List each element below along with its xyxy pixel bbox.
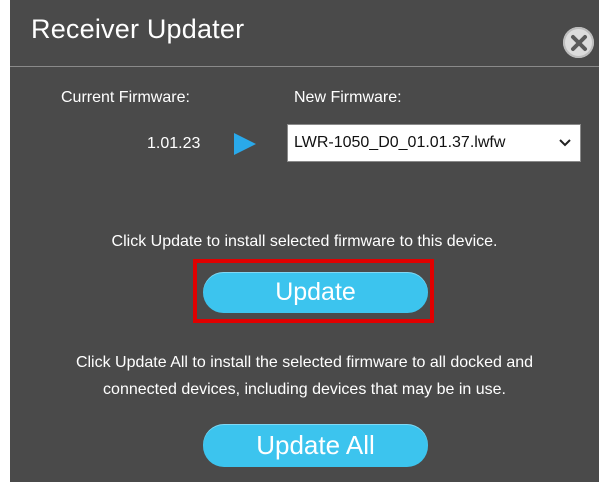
update-button[interactable]: Update (203, 272, 428, 313)
firmware-select-value: LWR-1050_D0_01.01.37.lwfw (294, 134, 506, 151)
update-instruction: Click Update to install selected firmwar… (111, 233, 498, 250)
new-firmware-label: New Firmware: (294, 89, 402, 106)
dialog-title: Receiver Updater (31, 14, 245, 44)
current-firmware-version: 1.01.23 (147, 135, 201, 152)
update-all-instruction-line-1: Click Update All to install the selected… (75, 354, 534, 371)
close-icon (570, 34, 587, 51)
title-divider (10, 66, 599, 67)
firmware-select[interactable]: LWR-1050_D0_01.01.37.lwfw (287, 124, 581, 162)
update-all-instruction: Click Update All to install the selected… (10, 349, 599, 403)
update-all-instruction-line-2: connected devices, including devices tha… (103, 381, 506, 398)
current-firmware-label: Current Firmware: (61, 89, 190, 106)
receiver-updater-dialog: Receiver Updater Current Firmware: New F… (10, 0, 599, 482)
update-all-button[interactable]: Update All (203, 424, 428, 467)
close-button[interactable] (563, 27, 594, 58)
chevron-down-icon (550, 138, 580, 148)
play-arrow-icon (234, 133, 256, 155)
